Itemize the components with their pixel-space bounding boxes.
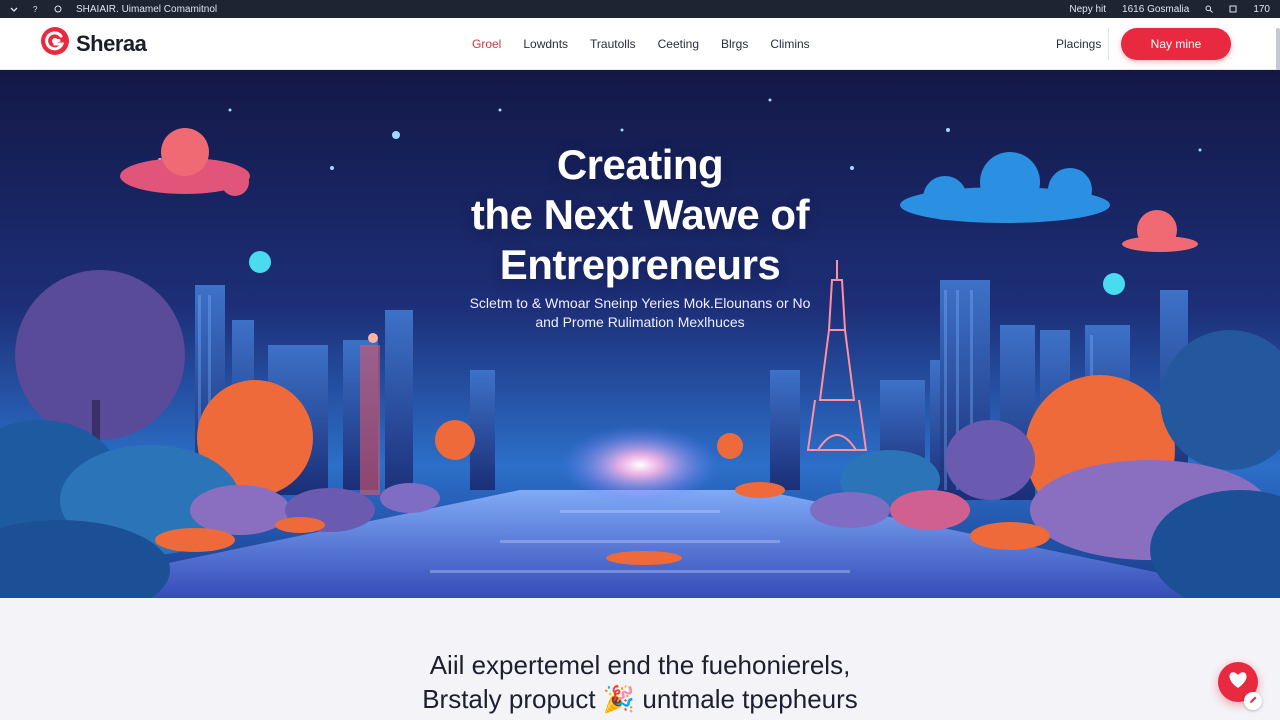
intro-heading-line-2: Brstaly propuct 🎉 untmale tpepheurs [422, 684, 858, 714]
window-icon[interactable] [1229, 5, 1237, 13]
hero-title-line-3: Entrepreneurs [499, 241, 781, 288]
back-icon[interactable] [10, 5, 18, 13]
top-navigation: Sheraa Groel Lowdnts Trautolls Ceeting B… [0, 18, 1280, 88]
menu-item-lowdnts[interactable]: Lowdnts [523, 37, 568, 51]
system-right-2: 1616 Gosmalia [1122, 3, 1190, 15]
hero-title: Creating the Next Wawe of Entrepreneurs [340, 140, 940, 290]
search-icon[interactable] [1205, 5, 1214, 13]
menu-item-blrgs[interactable]: Blrgs [721, 37, 748, 51]
system-right-1: Nepy hit [1069, 3, 1107, 15]
intro-section: Aiil expertemel end the fuehonierels, Br… [0, 598, 1280, 720]
help-icon[interactable]: ? [32, 5, 40, 14]
main-menu: Groel Lowdnts Trautolls Ceeting Blrgs Cl… [472, 37, 810, 51]
edit-badge[interactable] [1244, 692, 1262, 710]
pricing-link[interactable]: Placings [1056, 37, 1101, 51]
logo[interactable]: Sheraa [40, 26, 147, 61]
system-right-3: 170 [1253, 3, 1270, 15]
logo-text: Sheraa [76, 30, 147, 56]
menu-item-ceeting[interactable]: Ceeting [658, 37, 699, 51]
hero-subtitle-line-2: and Prome Rulimation Mexlhuces [535, 314, 745, 330]
menu-item-groel[interactable]: Groel [472, 37, 501, 51]
swirl-logo-icon [40, 26, 70, 61]
nav-divider [1108, 28, 1109, 60]
menu-item-trautolls[interactable]: Trautolls [590, 37, 636, 51]
system-bar: ? SHAIAIR. Uimamel Comamitnol Nepy hit 1… [0, 0, 1280, 18]
hero-title-line-1: Creating [556, 141, 724, 188]
hero-title-line-2: the Next Wawe of [470, 191, 810, 238]
intro-heading-line-1: Aiil expertemel end the fuehonierels, [429, 650, 851, 680]
intro-heading: Aiil expertemel end the fuehonierels, Br… [340, 648, 940, 716]
hero-section: Creating the Next Wawe of Entrepreneurs … [0, 70, 1280, 598]
system-title: SHAIAIR. Uimamel Comamitnol [76, 3, 218, 15]
pencil-icon [1248, 692, 1258, 710]
menu-item-climins[interactable]: Climins [770, 37, 809, 51]
cta-button[interactable]: Nay mine [1121, 28, 1231, 60]
hero-subtitle: Scletm to & Wmoar Sneinp Yeries Mok.Elou… [380, 294, 900, 332]
svg-text:?: ? [33, 5, 38, 13]
heart-icon [1227, 670, 1249, 695]
hero-subtitle-line-1: Scletm to & Wmoar Sneinp Yeries Mok.Elou… [469, 295, 811, 311]
settings-icon[interactable] [54, 5, 62, 13]
